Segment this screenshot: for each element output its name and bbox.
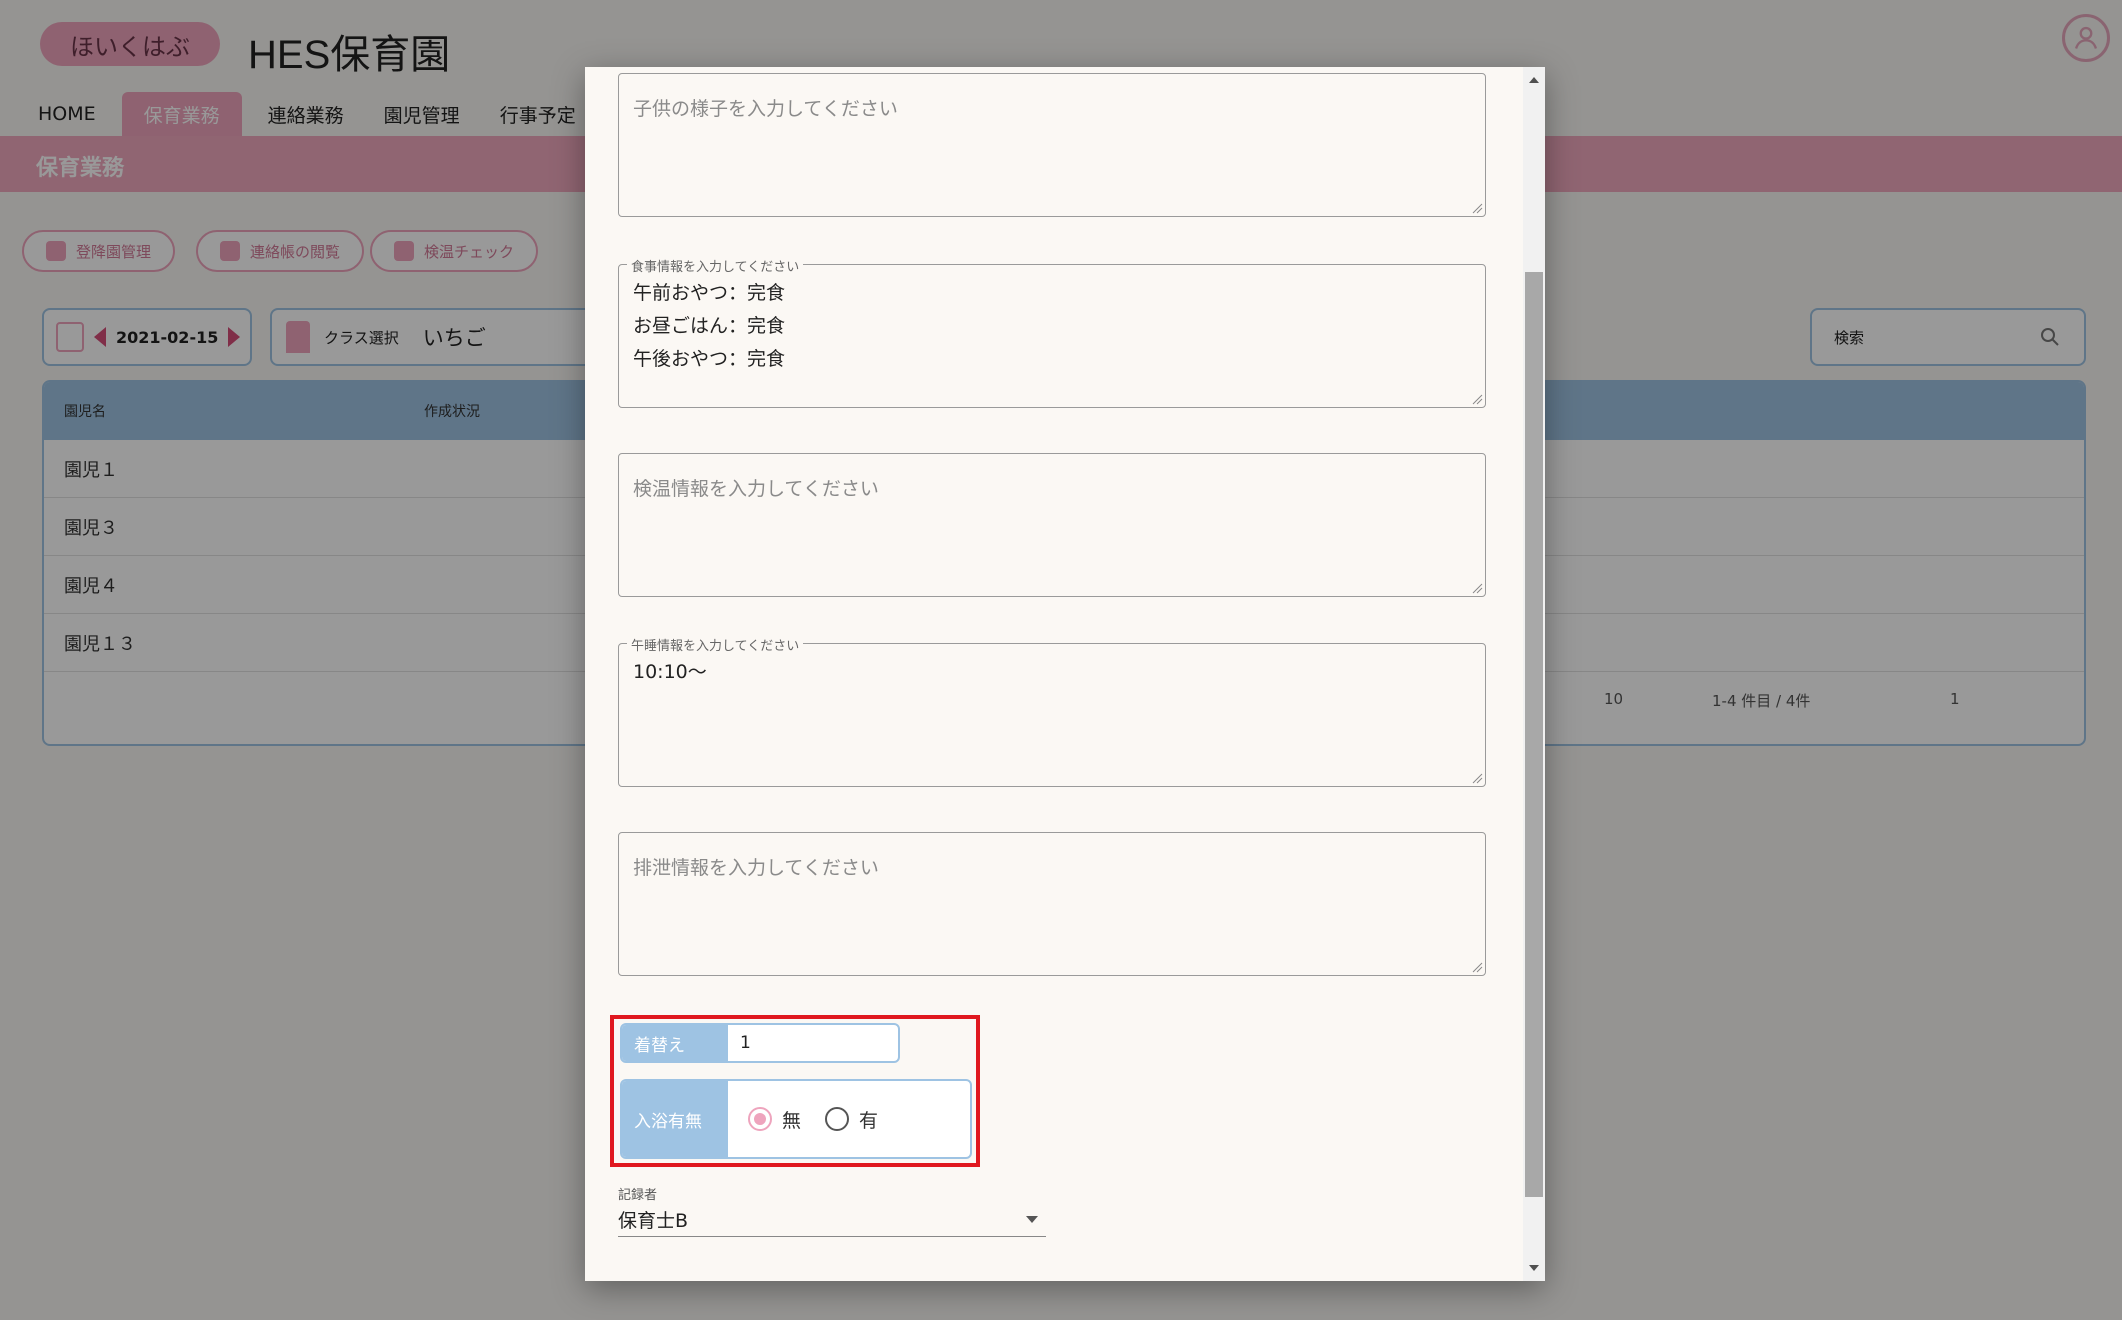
changing-clothes-input[interactable]: 着替え 1 <box>620 1023 900 1063</box>
child-note-field[interactable]: 子供の様子を入力してください <box>618 73 1486 217</box>
chevron-down-icon[interactable] <box>1026 1216 1038 1223</box>
bath-option-no-label: 無 <box>782 1109 802 1132</box>
excretion-placeholder: 排泄情報を入力してください <box>633 857 879 879</box>
scroll-down-icon[interactable] <box>1529 1265 1539 1271</box>
resize-handle-icon[interactable] <box>1471 772 1483 784</box>
meal-line: お昼ごはん：完食 <box>633 315 786 337</box>
temperature-placeholder: 検温情報を入力してください <box>633 478 879 500</box>
scroll-up-icon[interactable] <box>1529 77 1539 83</box>
dialog-scrollbar[interactable] <box>1523 67 1545 1281</box>
nap-field[interactable]: 午睡情報を入力してください 10:10～ <box>618 635 1486 787</box>
bath-option-yes-label: 有 <box>859 1109 879 1132</box>
bath-radio-group: 入浴有無 無 有 <box>620 1079 972 1159</box>
meal-legend: 食事情報を入力してください <box>627 256 804 275</box>
excretion-field[interactable]: 排泄情報を入力してください <box>618 832 1486 976</box>
nap-legend: 午睡情報を入力してください <box>627 635 804 654</box>
recorder-label: 記録者 <box>618 1188 658 1203</box>
record-dialog: 子供の様子を入力してください 食事情報を入力してください 午前おやつ：完食 お昼… <box>585 67 1545 1281</box>
bath-option-yes[interactable]: 有 <box>825 1106 878 1133</box>
recorder-value: 保育士B <box>618 1210 689 1232</box>
radio-selected-icon[interactable] <box>748 1107 772 1131</box>
meal-field[interactable]: 食事情報を入力してください 午前おやつ：完食 お昼ごはん：完食 午後おやつ：完食 <box>618 256 1486 408</box>
temperature-field[interactable]: 検温情報を入力してください <box>618 453 1486 597</box>
child-note-placeholder: 子供の様子を入力してください <box>633 98 898 120</box>
changing-clothes-label: 着替え <box>622 1025 728 1061</box>
bath-option-no[interactable]: 無 <box>748 1106 801 1133</box>
meal-line: 午前おやつ：完食 <box>633 282 786 304</box>
bath-label: 入浴有無 <box>622 1081 728 1157</box>
meal-content: 午前おやつ：完食 お昼ごはん：完食 午後おやつ：完食 <box>633 277 785 376</box>
changing-clothes-value[interactable]: 1 <box>728 1025 898 1061</box>
meal-line: 午後おやつ：完食 <box>633 348 786 370</box>
resize-handle-icon[interactable] <box>1471 961 1483 973</box>
recorder-select[interactable]: 保育士B <box>618 1203 1046 1237</box>
resize-handle-icon[interactable] <box>1471 202 1483 214</box>
bath-options: 無 有 <box>728 1081 970 1157</box>
resize-handle-icon[interactable] <box>1471 582 1483 594</box>
nap-value: 10:10～ <box>633 661 707 683</box>
scroll-thumb[interactable] <box>1525 272 1543 1197</box>
resize-handle-icon[interactable] <box>1471 393 1483 405</box>
radio-unselected-icon[interactable] <box>825 1107 850 1131</box>
